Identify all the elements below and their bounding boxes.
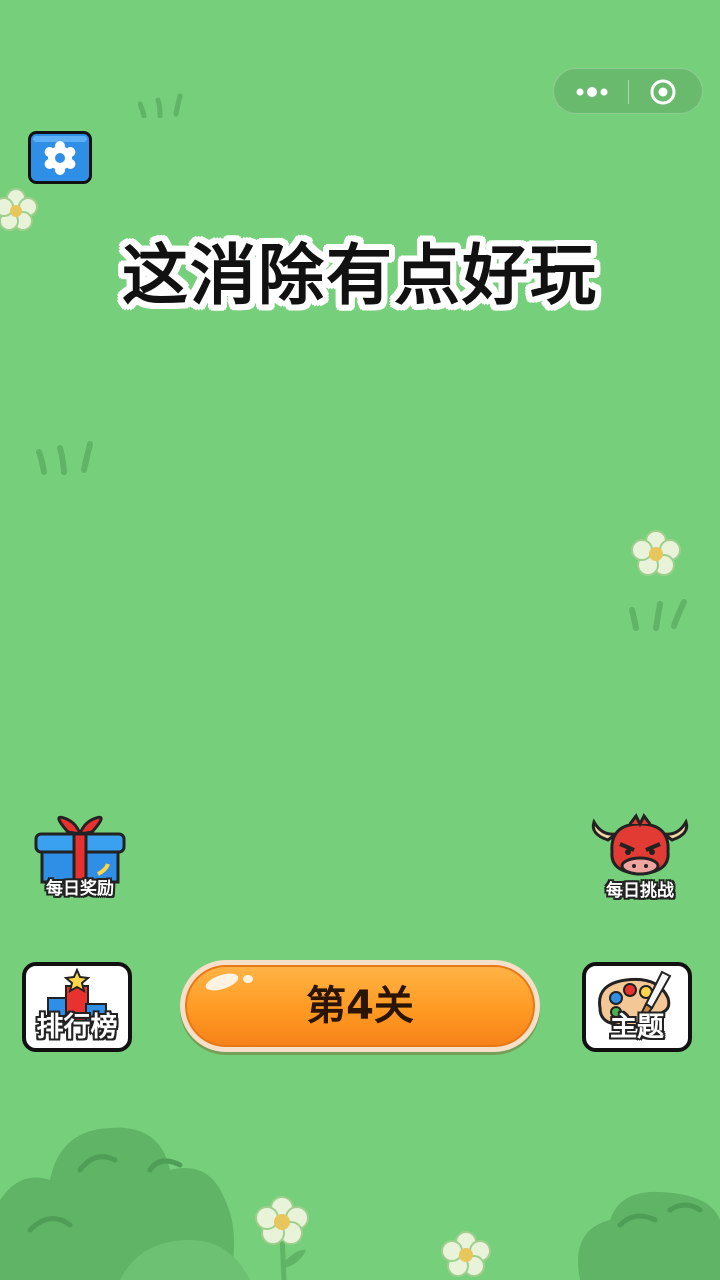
flower-icon	[255, 1196, 309, 1280]
theme-label: 主题	[610, 1012, 664, 1043]
start-level-button-face: 第4关	[185, 965, 535, 1047]
miniprogram-capsule	[553, 68, 703, 114]
grass-tuft-icon	[36, 441, 93, 475]
daily-reward-button[interactable]: 每日奖励	[26, 812, 134, 904]
leaderboard-button[interactable]: 排行榜	[22, 962, 132, 1052]
start-level-button[interactable]: 第4关	[180, 960, 540, 1052]
level-label: 第4关	[306, 983, 414, 1029]
bull-icon	[591, 813, 689, 876]
gear-icon	[28, 131, 92, 184]
grass-tuft-icon	[138, 93, 183, 118]
game-home-screen: 这消除有点好玩 每日奖励 每日挑战 排行榜 主题 第4关	[0, 0, 720, 1280]
daily-challenge-button[interactable]: 每日挑战	[586, 812, 694, 904]
more-dots-icon[interactable]	[572, 78, 612, 106]
flower-icon	[441, 1231, 491, 1277]
bush-icon	[578, 1191, 720, 1280]
close-target-icon[interactable]	[648, 77, 678, 107]
game-title: 这消除有点好玩	[122, 237, 598, 314]
capsule-divider	[628, 80, 629, 104]
settings-button[interactable]	[28, 131, 92, 184]
daily-challenge-label: 每日挑战	[606, 881, 674, 901]
theme-button[interactable]: 主题	[582, 962, 692, 1052]
grass-tuft-icon	[629, 599, 687, 631]
daily-reward-label: 每日奖励	[46, 879, 114, 899]
flower-icon	[631, 530, 681, 576]
leaderboard-label: 排行榜	[36, 1012, 118, 1043]
